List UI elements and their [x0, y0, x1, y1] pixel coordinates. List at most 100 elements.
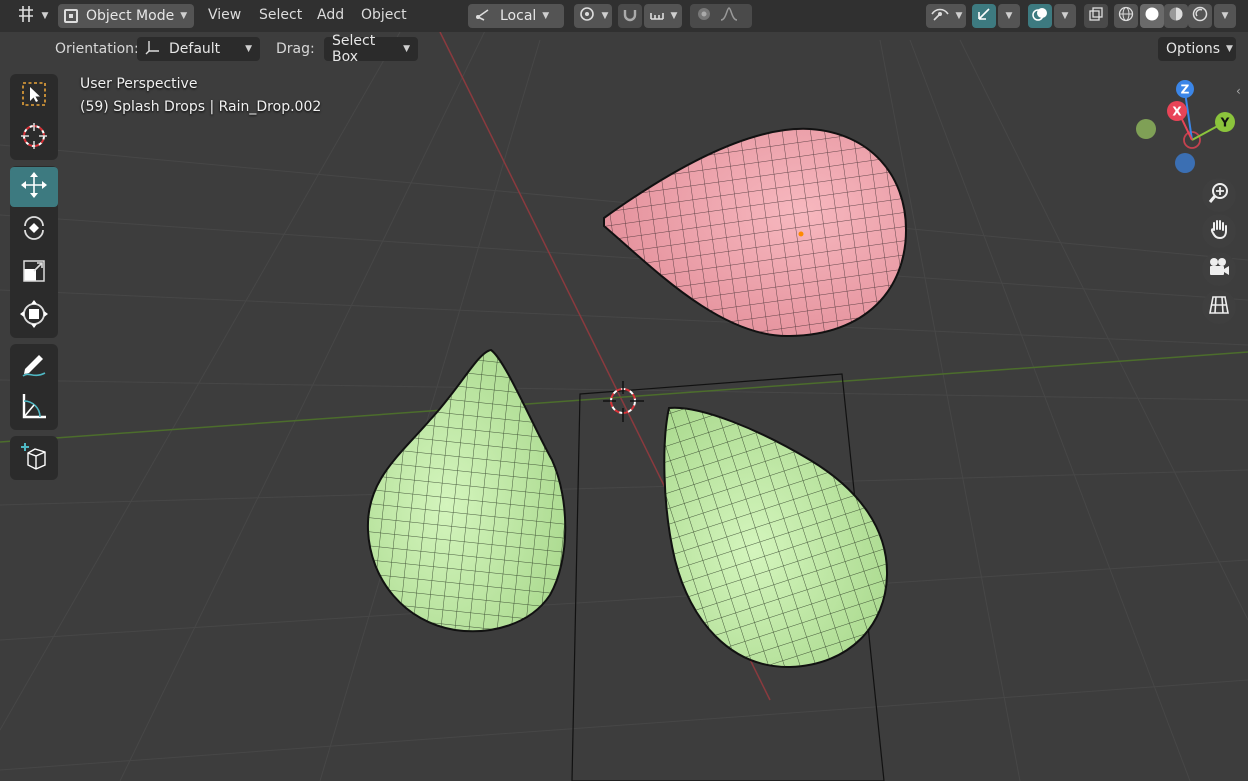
chevron-down-icon: ▼: [542, 11, 550, 21]
options-label: Options: [1166, 41, 1221, 57]
falloff-curve-icon: [720, 7, 738, 25]
overlay-dropdown[interactable]: ▼: [1054, 4, 1076, 28]
object-visibility-dropdown[interactable]: ▼: [926, 4, 966, 28]
scene-canvas[interactable]: [0, 0, 1248, 781]
orientation-dropdown[interactable]: Default ▼: [137, 37, 260, 61]
object-mode-icon: [64, 9, 78, 23]
ortho-toggle-button[interactable]: [1202, 290, 1236, 324]
toolbar-group-add: [10, 436, 58, 480]
xray-icon: [1088, 6, 1104, 26]
xray-toggle[interactable]: [1084, 4, 1108, 28]
viewport-header: ▼ Object Mode ▼ View Select Add Object L…: [0, 0, 1248, 32]
camera-view-icon: [1207, 256, 1231, 282]
measure-ruler-icon: [19, 391, 49, 425]
tool-transform[interactable]: [10, 296, 58, 336]
gizmo-z-label: Z: [1181, 83, 1190, 97]
scale-icon: [20, 257, 48, 289]
camera-view-button[interactable]: [1202, 252, 1236, 286]
select-box-icon: [20, 80, 48, 112]
pan-hand-icon: [1208, 218, 1230, 244]
snap-increment-icon: [649, 7, 665, 25]
shading-dropdown[interactable]: ▼: [1214, 4, 1236, 28]
orientation-value: Default: [169, 41, 221, 57]
chevron-down-icon: ▼: [670, 11, 678, 21]
tool-annotate[interactable]: [10, 346, 58, 386]
zoom-button[interactable]: [1202, 178, 1236, 212]
solid-sphere-icon: [1144, 6, 1160, 26]
orientation-label: Orientation:: [55, 41, 139, 57]
tool-select-box[interactable]: [10, 76, 58, 116]
overlay-toggle[interactable]: [1028, 4, 1052, 28]
gizmo-dropdown[interactable]: ▼: [998, 4, 1020, 28]
menu-view[interactable]: View: [208, 7, 241, 23]
annotate-pencil-icon: [19, 349, 49, 383]
gizmo-icon: [976, 6, 992, 26]
cursor-icon: [20, 122, 48, 154]
menu-add[interactable]: Add: [317, 7, 344, 23]
chevron-down-icon: ▼: [601, 11, 609, 21]
navigation-gizmo[interactable]: Z Y X: [1126, 72, 1236, 182]
drag-dropdown[interactable]: Select Box ▼: [324, 33, 418, 65]
gizmo-y-label: Y: [1220, 116, 1230, 130]
tool-cursor[interactable]: [10, 118, 58, 158]
shading-material-button[interactable]: [1164, 4, 1188, 28]
shading-wireframe-button[interactable]: [1114, 4, 1138, 28]
chevron-down-icon: ▼: [955, 11, 963, 21]
tool-add-cube[interactable]: [10, 438, 58, 478]
proportional-edit-toggle[interactable]: [690, 4, 752, 28]
chevron-down-icon: ▼: [1005, 11, 1013, 21]
wireframe-sphere-icon: [1118, 6, 1134, 26]
transform-icon: [19, 299, 49, 333]
tool-measure[interactable]: [10, 388, 58, 428]
pivot-point-icon: [578, 5, 596, 27]
drag-value: Select Box: [332, 33, 376, 65]
chevron-down-icon: ▼: [180, 11, 188, 21]
shading-rendered-button[interactable]: [1188, 4, 1212, 28]
tool-move[interactable]: [10, 167, 58, 207]
gizmo-x-label: X: [1172, 105, 1182, 119]
green-raindrop-right: [663, 406, 889, 669]
tool-rotate[interactable]: [10, 210, 58, 250]
pivot-point-dropdown[interactable]: ▼: [574, 4, 612, 28]
drag-label: Drag:: [276, 41, 315, 57]
gizmo-toggle[interactable]: [972, 4, 996, 28]
proportional-edit-icon: [696, 6, 712, 26]
3d-viewport[interactable]: ▼ Object Mode ▼ View Select Add Object L…: [0, 0, 1248, 781]
pan-button[interactable]: [1202, 214, 1236, 248]
overlay-icon: [1032, 6, 1048, 26]
snap-toggle[interactable]: [618, 4, 642, 28]
zoom-icon: [1208, 182, 1230, 208]
chevron-down-icon: ▼: [245, 44, 252, 54]
ortho-grid-icon: [1208, 294, 1230, 320]
editor-type-button[interactable]: ▼: [14, 4, 50, 28]
view-name: User Perspective: [80, 76, 198, 92]
green-raindrop-left: [366, 348, 567, 633]
chevron-down-icon: ▼: [403, 44, 410, 54]
object-info: (59) Splash Drops | Rain_Drop.002: [80, 99, 322, 115]
object-visibility-icon: [930, 6, 950, 26]
snap-magnet-icon: [622, 6, 638, 26]
tool-scale[interactable]: [10, 253, 58, 293]
add-cube-icon: [19, 441, 49, 475]
toolbar-group-select: [10, 74, 58, 160]
toolbar-group-transform: [10, 166, 58, 338]
3d-cursor: [603, 381, 644, 422]
transform-orientation-icon: [474, 6, 492, 26]
rotate-icon: [20, 214, 48, 246]
move-icon: [19, 170, 49, 204]
material-sphere-icon: [1168, 6, 1184, 26]
chevron-down-icon: ▼: [1226, 44, 1233, 54]
grid-icon: [16, 5, 36, 27]
menu-object[interactable]: Object: [361, 7, 407, 23]
mode-dropdown[interactable]: Object Mode ▼: [58, 4, 194, 28]
transform-orientation-label: Local: [500, 8, 537, 24]
rendered-sphere-icon: [1192, 6, 1208, 26]
options-dropdown[interactable]: Options ▼: [1158, 37, 1236, 61]
shading-solid-button[interactable]: [1140, 4, 1164, 28]
transform-orientation-dropdown[interactable]: Local ▼: [468, 4, 564, 28]
snap-target-dropdown[interactable]: ▼: [644, 4, 682, 28]
chevron-down-icon: ▼: [1221, 11, 1229, 21]
sidebar-expand-icon[interactable]: ‹: [1236, 84, 1241, 98]
menu-select[interactable]: Select: [259, 7, 302, 23]
orientation-axis-icon: [145, 39, 161, 59]
